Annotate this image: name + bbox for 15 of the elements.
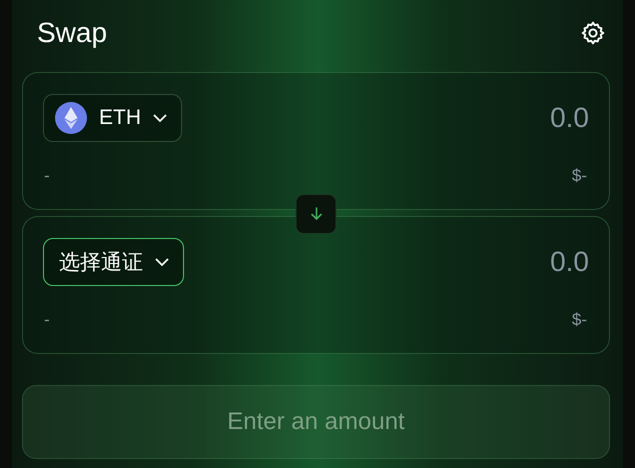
swap-title: Swap xyxy=(37,17,108,49)
balance-text: - xyxy=(44,166,50,186)
balance-text: - xyxy=(44,310,50,330)
amount-field[interactable]: 0.0 xyxy=(469,102,589,134)
arrow-down-icon xyxy=(309,207,323,221)
token-selector[interactable]: 选择通证 xyxy=(43,238,184,286)
settings-icon[interactable] xyxy=(580,20,606,46)
chevron-down-icon xyxy=(153,114,167,122)
usd-value: $- xyxy=(572,166,587,186)
switch-button[interactable] xyxy=(296,194,336,234)
usd-value: $- xyxy=(572,310,587,330)
amount-field[interactable]: 0.0 xyxy=(469,246,589,278)
chevron-down-icon xyxy=(155,258,169,266)
ether-icon xyxy=(55,102,87,134)
token-selector[interactable]: ETH xyxy=(43,94,182,142)
